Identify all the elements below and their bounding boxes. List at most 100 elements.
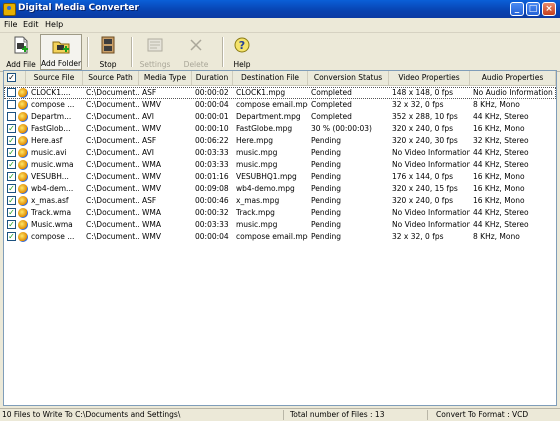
- cell-destination-file: compose email.mpg: [236, 100, 308, 109]
- row-checkbox[interactable]: ✓: [7, 160, 16, 169]
- table-row[interactable]: ✓ Track.wma C:\Document... WMA 00:00:32 Track…: [4, 207, 556, 219]
- row-checkbox[interactable]: [7, 112, 16, 121]
- add-folder-button[interactable]: Add Folder: [40, 34, 82, 70]
- cell-duration: 00:03:33: [195, 220, 229, 229]
- table-row[interactable]: compose ... C:\Document... WMV 00:00:04 comp…: [4, 99, 556, 111]
- help-button[interactable]: ? Help: [228, 34, 256, 70]
- media-file-icon: [18, 172, 28, 182]
- stop-label: Stop: [99, 60, 117, 69]
- table-row[interactable]: ✓ Here.asf C:\Document... ASF 00:06:22 Here.m…: [4, 135, 556, 147]
- stop-button[interactable]: Stop: [92, 34, 124, 70]
- header-media-type[interactable]: Media Type: [139, 71, 192, 85]
- media-file-icon: [18, 160, 28, 170]
- cell-source-path: C:\Document...: [86, 148, 139, 157]
- header-select-all[interactable]: ✓: [4, 71, 26, 85]
- cell-source-file: music.avi: [31, 148, 67, 157]
- table-row[interactable]: ✓ music.wma C:\Document... WMA 00:03:33 music…: [4, 159, 556, 171]
- menu-help[interactable]: Help: [45, 20, 63, 29]
- table-row[interactable]: ✓ VESUBH... C:\Document... WMV 00:01:16 VESUB…: [4, 171, 556, 183]
- menu-edit[interactable]: Edit: [23, 20, 39, 29]
- menu-file[interactable]: File: [4, 20, 17, 29]
- status-format: Convert To Format : VCD: [436, 410, 529, 419]
- row-checkbox[interactable]: [7, 100, 16, 109]
- cell-source-file: compose ...: [31, 232, 75, 241]
- media-file-icon: [18, 220, 28, 230]
- cell-destination-file: music.mpg: [236, 160, 278, 169]
- media-file-icon: [18, 208, 28, 218]
- select-all-checkbox[interactable]: ✓: [7, 73, 16, 82]
- cell-destination-file: Department.mpg: [236, 112, 301, 121]
- row-checkbox[interactable]: ✓: [7, 136, 16, 145]
- cell-source-file: Here.asf: [31, 136, 63, 145]
- file-list[interactable]: ✓ Source File Source Path Media Type Dur…: [3, 70, 557, 406]
- cell-source-file: FastGlob...: [31, 124, 71, 133]
- cell-conversion-status: Completed: [311, 112, 352, 121]
- cell-video-properties: 176 x 144, 0 fps: [392, 172, 454, 181]
- delete-button[interactable]: Delete: [179, 34, 213, 70]
- cell-source-path: C:\Document...: [86, 136, 139, 145]
- cell-duration: 00:00:10: [195, 124, 229, 133]
- cell-destination-file: Track.mpg: [236, 208, 275, 217]
- header-source-file[interactable]: Source File: [26, 71, 83, 85]
- header-source-path[interactable]: Source Path: [83, 71, 139, 85]
- title-bar[interactable]: Digital Media Converter _ □ ×: [0, 0, 560, 18]
- settings-label: Settings: [139, 60, 171, 69]
- add-folder-label: Add Folder: [41, 59, 82, 68]
- cell-conversion-status: Pending: [311, 172, 341, 181]
- window-title: Digital Media Converter: [18, 3, 139, 13]
- media-file-icon: [18, 148, 28, 158]
- cell-media-type: WMV: [142, 172, 162, 181]
- status-write-to: 10 Files to Write To C:\Documents and Se…: [0, 410, 284, 420]
- cell-conversion-status: Completed: [311, 88, 352, 97]
- app-icon: [3, 3, 16, 16]
- cell-audio-properties: No Audio Information: [473, 88, 553, 97]
- cell-duration: 00:03:33: [195, 160, 229, 169]
- maximize-button[interactable]: □: [526, 2, 540, 16]
- table-row[interactable]: ✓ Music.wma C:\Document... WMA 00:03:33 music…: [4, 219, 556, 231]
- table-row[interactable]: CLOCK1.... C:\Document... ASF 00:00:02 CLOCK…: [4, 87, 556, 99]
- add-file-button[interactable]: Add File: [3, 34, 39, 70]
- table-row[interactable]: ✓ music.avi C:\Document... AVI 00:03:33 music…: [4, 147, 556, 159]
- row-checkbox[interactable]: ✓: [7, 220, 16, 229]
- header-audio-properties[interactable]: Audio Properties: [470, 71, 556, 85]
- table-row[interactable]: ✓ FastGlob... C:\Document... WMV 00:00:10 Fas…: [4, 123, 556, 135]
- row-checkbox[interactable]: ✓: [7, 184, 16, 193]
- close-button[interactable]: ×: [542, 2, 556, 16]
- cell-source-path: C:\Document...: [86, 172, 139, 181]
- add-file-label: Add File: [6, 60, 36, 69]
- header-conversion-status[interactable]: Conversion Status: [308, 71, 389, 85]
- row-checkbox[interactable]: ✓: [7, 124, 16, 133]
- cell-destination-file: FastGlobe.mpg: [236, 124, 293, 133]
- cell-audio-properties: 44 KHz, Stereo: [473, 112, 529, 121]
- cell-duration: 00:00:01: [195, 112, 229, 121]
- row-checkbox[interactable]: ✓: [7, 196, 16, 205]
- cell-audio-properties: 16 KHz, Mono: [473, 172, 525, 181]
- cell-duration: 00:09:08: [195, 184, 229, 193]
- header-video-properties[interactable]: Video Properties: [389, 71, 470, 85]
- cell-duration: 00:00:04: [195, 100, 229, 109]
- header-duration[interactable]: Duration: [192, 71, 233, 85]
- table-row[interactable]: ✓ wb4-dem... C:\Document... WMV 00:09:08 wb4-…: [4, 183, 556, 195]
- row-checkbox[interactable]: ✓: [7, 172, 16, 181]
- cell-conversion-status: Pending: [311, 196, 341, 205]
- row-checkbox[interactable]: ✓: [7, 232, 16, 241]
- cell-media-type: ASF: [142, 196, 157, 205]
- svg-text:?: ?: [239, 39, 245, 52]
- settings-button[interactable]: Settings: [137, 34, 173, 70]
- table-row[interactable]: ✓ compose ... C:\Document... WMV 00:00:04 com…: [4, 231, 556, 243]
- table-row[interactable]: Departm... C:\Document... AVI 00:00:01 Depar…: [4, 111, 556, 123]
- row-checkbox[interactable]: ✓: [7, 148, 16, 157]
- table-row[interactable]: ✓ x_mas.asf C:\Document... ASF 00:00:46 x_mas…: [4, 195, 556, 207]
- status-total-files: Total number of Files : 13: [288, 410, 428, 420]
- cell-video-properties: No Video Information: [392, 220, 470, 229]
- cell-source-path: C:\Document...: [86, 112, 139, 121]
- header-destination-file[interactable]: Destination File: [233, 71, 308, 85]
- minimize-button[interactable]: _: [510, 2, 524, 16]
- row-checkbox[interactable]: [7, 88, 16, 97]
- cell-source-file: CLOCK1....: [31, 88, 71, 97]
- toolbar-separator: [222, 37, 224, 67]
- delete-label: Delete: [183, 60, 209, 69]
- cell-conversion-status: 30 % (00:00:03): [311, 124, 372, 133]
- toolbar-separator: [87, 37, 89, 67]
- row-checkbox[interactable]: ✓: [7, 208, 16, 217]
